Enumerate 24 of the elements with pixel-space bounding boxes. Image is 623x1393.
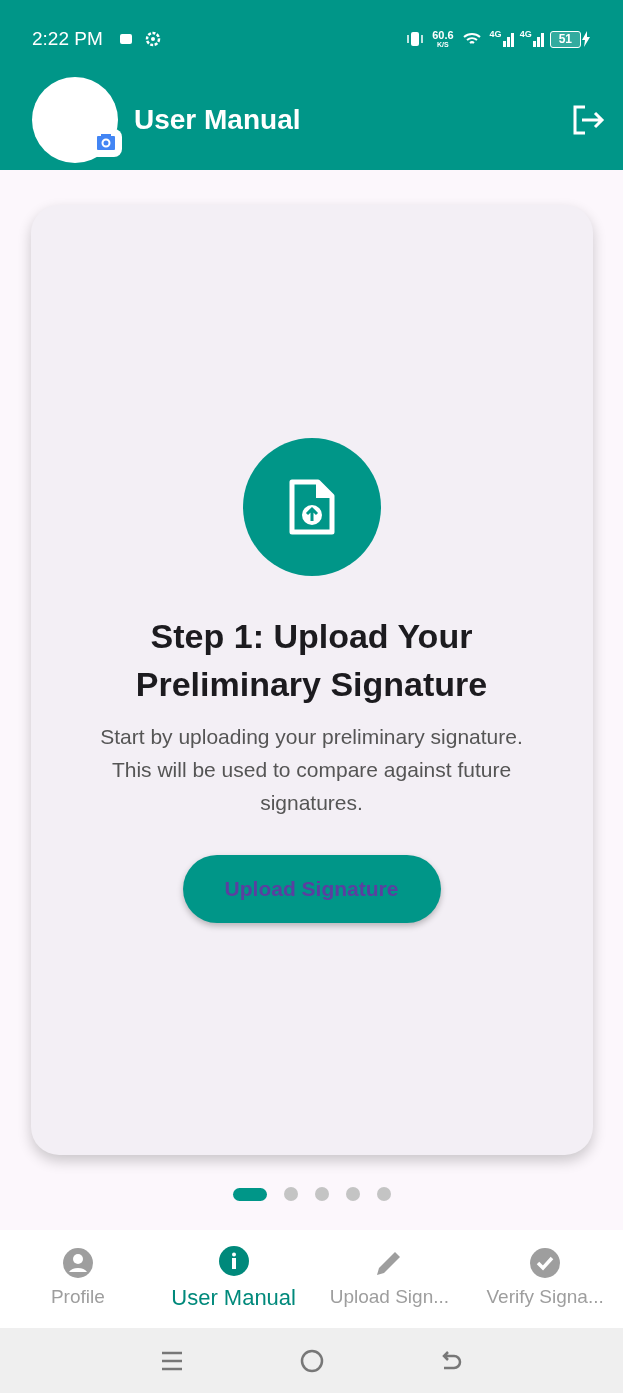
step-description: Start by uploading your preliminary signature. This will be used to compare against future signatures. (99, 723, 524, 816)
step-title: Step 1: Upload Your Preliminary Signature (134, 615, 489, 705)
check-icon (529, 1246, 562, 1279)
vibrate-icon (406, 31, 425, 47)
nav-tab[interactable]: Profile (0, 1246, 156, 1312)
wifi-icon (461, 31, 482, 47)
home-icon[interactable] (298, 1347, 325, 1374)
network-label: 4G (489, 28, 502, 41)
signal-icon (531, 31, 546, 47)
profile-icon (61, 1246, 94, 1279)
network-label: 4G (519, 28, 532, 41)
upload-signature-button[interactable]: Upload Signature (182, 854, 441, 923)
nav-tab[interactable]: Verify Signa... (467, 1246, 623, 1312)
speed-value: 60.6 (432, 30, 454, 41)
notification-icon (118, 32, 133, 46)
nav-tab[interactable]: Upload Sign... (311, 1246, 468, 1312)
page-indicator[interactable] (232, 1187, 267, 1201)
info-icon (217, 1244, 250, 1277)
nav-tab[interactable]: User Manual (155, 1244, 312, 1314)
signal-icon (501, 31, 516, 47)
logout-icon[interactable] (571, 104, 607, 136)
status-time: 2:22 PM (32, 26, 103, 51)
gear-icon (144, 31, 161, 47)
app-title: User Manual (134, 103, 301, 137)
